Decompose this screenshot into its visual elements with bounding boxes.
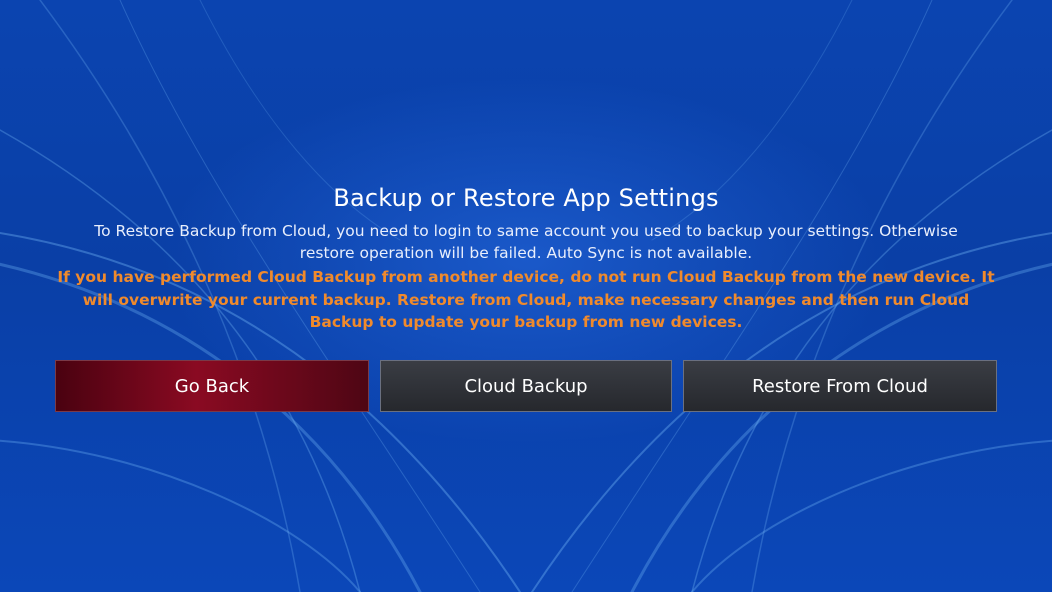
backup-restore-dialog: Backup or Restore App Settings To Restor… bbox=[0, 0, 1052, 592]
cloud-backup-button[interactable]: Cloud Backup bbox=[380, 360, 672, 412]
dialog-warning: If you have performed Cloud Backup from … bbox=[57, 268, 995, 331]
dialog-description: To Restore Backup from Cloud, you need t… bbox=[94, 222, 958, 262]
restore-from-cloud-button[interactable]: Restore From Cloud bbox=[683, 360, 997, 412]
dialog-title: Backup or Restore App Settings bbox=[333, 184, 719, 212]
go-back-button[interactable]: Go Back bbox=[55, 360, 369, 412]
